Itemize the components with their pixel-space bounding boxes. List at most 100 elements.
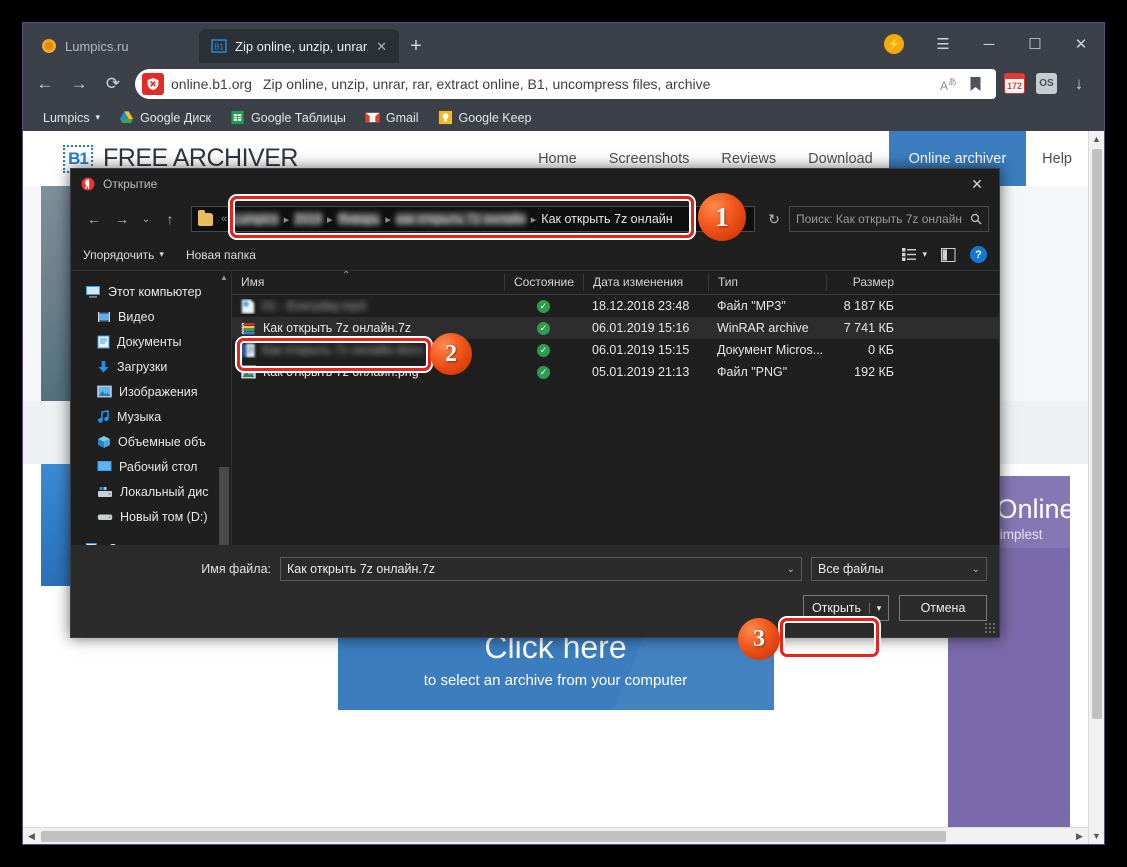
column-header-size[interactable]: Размер (826, 274, 904, 291)
sidebar-item-label: Документы (117, 334, 182, 349)
sidebar-item-documents[interactable]: Документы (71, 329, 231, 354)
chevron-down-icon[interactable]: ⌄ (972, 564, 980, 575)
sidebar-item-label: Музыка (117, 409, 162, 424)
navigation-bar: ← → ⟳ online.b1.org Zip online, unzip, u… (23, 63, 1104, 104)
vscroll-thumb[interactable] (1091, 149, 1102, 719)
filename-input[interactable]: Как открыть 7z онлайн.7z ⌄ (280, 557, 802, 581)
browser-tab-b1[interactable]: B1 Zip online, unzip, unrar, r ✕ (199, 29, 399, 63)
bookmark-lumpics[interactable]: Lumpics ▾ (37, 109, 106, 127)
open-button[interactable]: Открыть ▾ (803, 595, 889, 621)
preview-pane-button[interactable] (941, 247, 956, 262)
sidebar-scroll-thumb[interactable] (219, 467, 229, 545)
window-controls: ⚡ ☰ ─ ☐ ✕ (884, 27, 1104, 61)
view-mode-button[interactable]: ▾ (902, 248, 927, 261)
bookmark-gmail[interactable]: Gmail (359, 108, 425, 127)
forward-icon[interactable]: → (63, 68, 95, 100)
hscroll-thumb[interactable] (41, 830, 946, 842)
dialog-refresh-icon[interactable]: ↻ (761, 206, 787, 232)
dialog-search-input[interactable]: Поиск: Как открыть 7z онлайн (789, 206, 989, 232)
hscroll-left-arrow[interactable]: ◀ (23, 831, 40, 842)
os-extension-icon[interactable]: OS (1036, 73, 1057, 94)
nav-help[interactable]: Help (1026, 131, 1088, 186)
new-folder-button[interactable]: Новая папка (186, 248, 256, 262)
sidebar-item-video[interactable]: Видео (71, 304, 231, 329)
calendar-extension-icon[interactable]: 172 (1004, 73, 1025, 94)
dialog-forward-icon[interactable]: → (109, 206, 135, 232)
address-bar[interactable]: online.b1.org Zip online, unzip, unrar, … (135, 68, 996, 99)
open-dropdown-icon[interactable]: ▾ (869, 602, 888, 614)
reload-icon[interactable]: ⟳ (97, 68, 129, 100)
sidebar-item-new-volume[interactable]: Новый том (D:) (71, 504, 231, 529)
column-header-name[interactable]: Имя ⌃ (232, 271, 504, 291)
close-window-icon[interactable]: ✕ (1058, 27, 1104, 61)
filename-row: Имя файла: Как открыть 7z онлайн.7z ⌄ Вс… (71, 545, 999, 581)
table-row[interactable]: 01 - Everyday.mp3 ✓ 18.12.2018 23:48 Фай… (232, 295, 999, 317)
open-button-label: Открыть (811, 601, 862, 615)
sidebar-scroll-trough[interactable] (217, 285, 231, 545)
filename-label: Имя файла: (201, 562, 271, 576)
table-row[interactable]: Как открыть 7z онлайн.docx ✓ 06.01.2019 … (232, 339, 999, 361)
address-breadcrumb-bar[interactable]: « Lumpics ▸ 2019 ▸ Январь ▸ как открыть … (191, 206, 755, 232)
dialog-footer: Имя файла: Как открыть 7z онлайн.7z ⌄ Вс… (71, 545, 999, 637)
cancel-button[interactable]: Отмена (899, 595, 987, 621)
sidebar-item-network[interactable]: Сеть (71, 536, 231, 545)
hscroll-right-arrow[interactable]: ▶ (1071, 831, 1088, 842)
sidebar-item-local-disk[interactable]: Локальный дис (71, 479, 231, 504)
breadcrumb-overflow[interactable]: « (218, 213, 230, 225)
breadcrumb-segment[interactable]: Январь (337, 212, 381, 226)
sidebar-item-this-pc[interactable]: Этот компьютер (71, 279, 231, 304)
column-header-state[interactable]: Состояние (504, 274, 583, 291)
drive-icon (97, 514, 113, 520)
chevron-down-icon[interactable]: ⌄ (787, 564, 795, 575)
breadcrumb-segment[interactable]: Lumpics (232, 212, 279, 226)
dialog-back-icon[interactable]: ← (81, 206, 107, 232)
power-saver-icon[interactable]: ⚡ (884, 34, 904, 54)
sidebar-item-downloads[interactable]: Загрузки (71, 354, 231, 379)
bookmark-icon[interactable] (969, 76, 982, 92)
dialog-up-icon[interactable]: ↑ (157, 206, 183, 232)
computer-icon (86, 285, 100, 298)
annotation-callout-1: 1 (698, 193, 746, 241)
vertical-scrollbar[interactable]: ▲ ▼ (1088, 131, 1104, 844)
browser-tab-lumpics[interactable]: Lumpics.ru (29, 29, 199, 63)
bookmark-label: Google Keep (458, 110, 532, 125)
breadcrumb-segment[interactable]: 2019 (294, 212, 323, 226)
browser-menu-icon[interactable]: ☰ (920, 27, 966, 61)
downloads-icon[interactable]: ↓ (1068, 68, 1090, 100)
selected-archive-row[interactable]: Как открыть 7z онлайн.7z ✓ 06.01.2019 15… (232, 317, 999, 339)
breadcrumb-segment[interactable]: как открыть 7z онлайн (395, 212, 526, 226)
organize-button[interactable]: Упорядочить ▾ (83, 248, 164, 262)
file-type: Файл "MP3" (717, 299, 786, 313)
bookmark-google-drive[interactable]: Google Диск (113, 108, 217, 127)
vscroll-down-arrow[interactable]: ▼ (1092, 828, 1101, 844)
png-image-icon (241, 365, 256, 379)
column-header-type[interactable]: Тип (708, 274, 826, 291)
new-tab-button[interactable]: + (399, 29, 433, 63)
resize-grip[interactable] (984, 622, 995, 633)
dialog-history-icon[interactable]: ⌄ (137, 206, 155, 232)
translate-icon[interactable]: Aあ (940, 75, 957, 93)
horizontal-scrollbar[interactable]: ◀ ▶ (23, 827, 1088, 844)
sidebar-item-desktop[interactable]: Рабочий стол (71, 454, 231, 479)
sidebar-scroll-up[interactable]: ▲ (220, 271, 228, 285)
back-icon[interactable]: ← (29, 68, 61, 100)
sidebar-item-3d-objects[interactable]: Объемные объ (71, 429, 231, 454)
sidebar-item-pictures[interactable]: Изображения (71, 379, 231, 404)
maximize-icon[interactable]: ☐ (1012, 27, 1058, 61)
dialog-button-row: Открыть ▾ Отмена (71, 581, 999, 621)
minimize-icon[interactable]: ─ (966, 27, 1012, 61)
bookmark-google-keep[interactable]: Google Keep (432, 108, 538, 127)
vscroll-up-arrow[interactable]: ▲ (1092, 131, 1101, 147)
breadcrumb-separator: ▸ (283, 213, 290, 226)
sidebar-item-music[interactable]: Музыка (71, 404, 231, 429)
table-row[interactable]: Как открыть 7z онлайн.png ✓ 05.01.2019 2… (232, 361, 999, 383)
tab-close-icon[interactable]: ✕ (376, 40, 387, 53)
sidebar-scrollbar[interactable]: ▲ ▼ (217, 271, 231, 545)
breadcrumb-current[interactable]: Как открыть 7z онлайн (541, 212, 672, 226)
dialog-close-icon[interactable]: ✕ (955, 169, 999, 199)
help-button[interactable]: ? (970, 246, 987, 263)
sidebar-item-label: Изображения (119, 384, 198, 399)
bookmark-google-sheets[interactable]: Google Таблицы (224, 108, 352, 127)
column-header-date[interactable]: Дата изменения (583, 274, 708, 291)
file-type-filter[interactable]: Все файлы ⌄ (811, 557, 987, 581)
